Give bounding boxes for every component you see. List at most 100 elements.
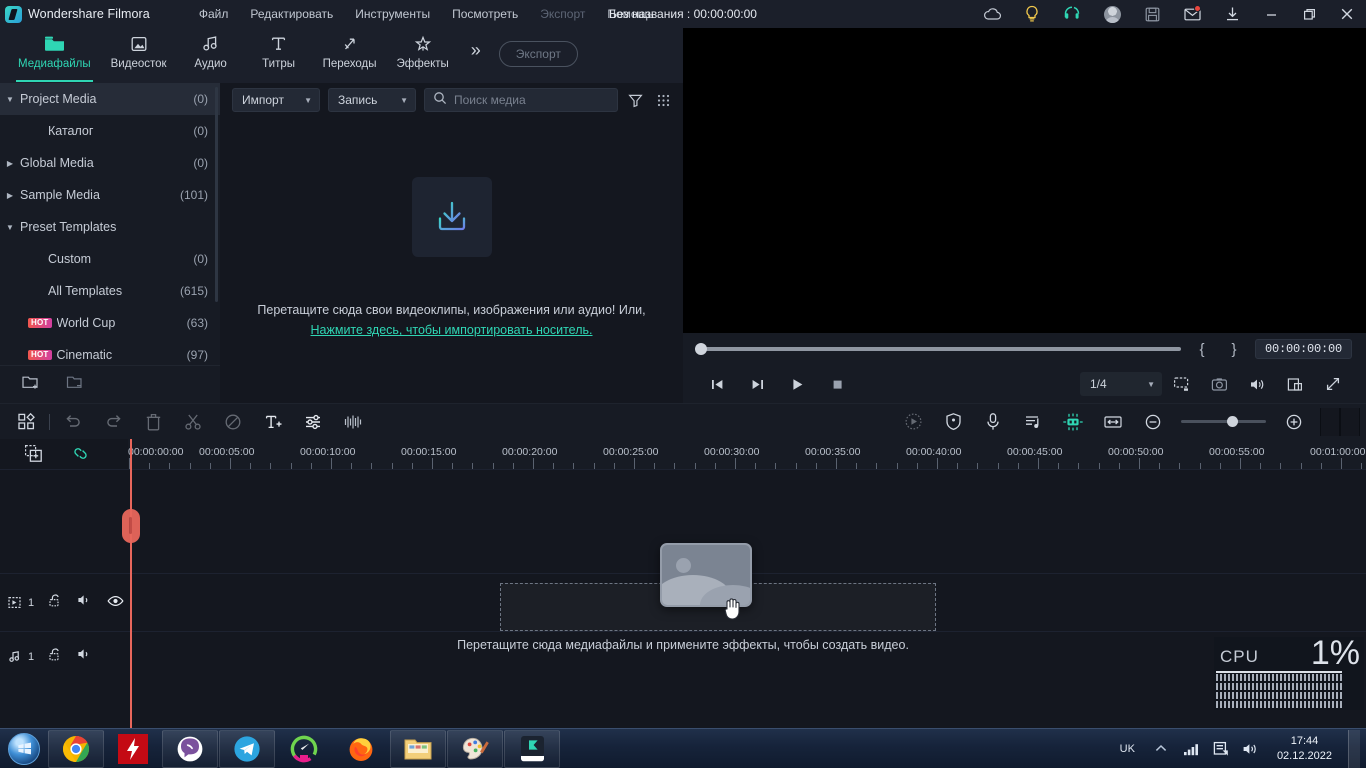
add-text-button[interactable] [253,405,293,439]
tray-clock[interactable]: 17:44 02.12.2022 [1271,734,1338,764]
mark-in-brace[interactable]: { [1191,341,1213,358]
taskbar-filmora[interactable] [504,729,560,768]
menu-edit[interactable]: Редактировать [239,3,344,25]
mark-out-brace[interactable]: } [1223,341,1245,358]
seek-handle[interactable] [695,343,707,355]
playhead[interactable] [122,439,140,728]
speed-button[interactable] [893,405,933,439]
menu-tools[interactable]: Инструменты [344,3,441,25]
sidebar-item-global-media[interactable]: ▶ Global Media (0) [0,147,220,179]
hide-track-icon[interactable] [107,594,124,612]
media-drop-zone[interactable]: Перетащите сюда свои видеоклипы, изображ… [220,117,683,403]
sidebar-item-all-templates[interactable]: All Templates (615) [0,275,220,307]
sidebar-item-katalog[interactable]: Каталог (0) [0,115,220,147]
filter-icon[interactable] [626,88,646,112]
download-icon[interactable] [1212,0,1252,28]
menu-export[interactable]: Экспорт [529,3,596,25]
stop-button[interactable] [817,368,857,400]
prev-frame-button[interactable] [697,368,737,400]
delete-button[interactable] [133,405,173,439]
account-avatar[interactable] [1092,0,1132,28]
tab-media[interactable]: Медиафайлы [8,28,101,82]
zoom-out-button[interactable] [1133,405,1173,439]
voiceover-button[interactable] [973,405,1013,439]
headset-support-icon[interactable] [1052,0,1092,28]
play-button[interactable] [777,368,817,400]
preview-monitor[interactable] [683,28,1366,333]
tray-language[interactable]: UK [1114,743,1141,755]
disable-button[interactable] [213,405,253,439]
volume-icon[interactable] [1241,736,1261,762]
action-center-icon[interactable] [1211,736,1231,762]
sidebar-scrollbar[interactable] [215,87,218,302]
screen-mode-button[interactable] [1162,368,1200,400]
fullscreen-button[interactable] [1314,368,1352,400]
audio-waveform-button[interactable] [333,405,373,439]
adjust-button[interactable] [293,405,333,439]
sidebar-item-world-cup[interactable]: HOT World Cup (63) [0,307,220,339]
timeline-ruler[interactable]: 00:00:00:00 00:00:05:00 00:00:10:00 00:0… [128,439,1366,469]
export-button[interactable]: Экспорт [498,41,578,67]
taskbar-explorer[interactable] [390,729,446,768]
next-frame-button[interactable] [737,368,777,400]
add-track-icon[interactable] [24,444,43,468]
mail-icon[interactable] [1172,0,1212,28]
playhead-handle[interactable] [122,509,140,543]
crop-button[interactable] [173,405,213,439]
tab-audio[interactable]: Аудио [177,28,245,82]
tab-titles[interactable]: Титры [245,28,313,82]
fit-timeline-button[interactable] [1093,405,1133,439]
sidebar-item-sample-media[interactable]: ▶ Sample Media (101) [0,179,220,211]
volume-button[interactable] [1238,368,1276,400]
show-hidden-icons[interactable] [1151,736,1171,762]
lightbulb-icon[interactable] [1012,0,1052,28]
zoom-slider-handle[interactable] [1227,416,1238,427]
undo-button[interactable] [53,405,93,439]
save-icon[interactable] [1132,0,1172,28]
search-input[interactable] [454,93,609,107]
cloud-icon[interactable] [972,0,1012,28]
sidebar-item-custom[interactable]: Custom (0) [0,243,220,275]
timeline-zoom-slider[interactable] [1181,416,1266,427]
media-sidebar[interactable]: ▼ Project Media (0) Каталог (0) ▶ Global… [0,83,220,403]
record-dropdown[interactable]: Запись ▼ [328,88,416,112]
close-button[interactable] [1328,0,1366,28]
layouts-button[interactable] [6,405,46,439]
redo-button[interactable] [93,405,133,439]
preview-quality-dropdown[interactable]: 1/4 ▼ [1080,372,1162,396]
add-folder-icon[interactable] [22,374,40,395]
tab-transitions[interactable]: Переходы [313,28,387,82]
tab-effects[interactable]: Эффекты [387,28,459,82]
network-signal-icon[interactable] [1181,736,1201,762]
snapshot-button[interactable] [1200,368,1238,400]
marker-button[interactable] [933,405,973,439]
render-preview-button[interactable] [1053,405,1093,439]
menu-help[interactable]: Помощь [596,3,664,25]
sidebar-item-project-media[interactable]: ▼ Project Media (0) [0,83,220,115]
import-dropdown[interactable]: Импорт ▼ [232,88,320,112]
maximize-button[interactable] [1290,0,1328,28]
taskbar-viber[interactable] [162,729,218,768]
mute-track-icon[interactable] [77,593,93,612]
taskbar-telegram[interactable] [219,729,275,768]
chevron-double-right-icon[interactable]: » [459,28,493,82]
start-button[interactable] [0,730,48,768]
link-clips-icon[interactable] [71,445,90,467]
show-desktop-button[interactable] [1348,729,1360,768]
taskbar-firefox[interactable] [333,730,389,768]
pop-out-button[interactable] [1276,368,1314,400]
remove-folder-icon[interactable] [66,374,84,395]
import-download-icon[interactable] [411,177,492,257]
player-timecode[interactable]: 00:00:00:00 [1254,339,1352,359]
minimize-button[interactable] [1252,0,1290,28]
taskbar-paint[interactable] [447,729,503,768]
sidebar-item-preset-templates[interactable]: ▼ Preset Templates [0,211,220,243]
taskbar-idm[interactable] [105,730,161,768]
audio-mixer-button[interactable] [1013,405,1053,439]
lock-track-icon[interactable] [48,593,63,613]
grid-view-icon[interactable] [654,88,674,112]
menu-file[interactable]: Файл [188,3,240,25]
tab-stock-video[interactable]: Видеосток [101,28,177,82]
seek-slider[interactable] [695,343,1181,355]
zoom-in-button[interactable] [1274,405,1314,439]
